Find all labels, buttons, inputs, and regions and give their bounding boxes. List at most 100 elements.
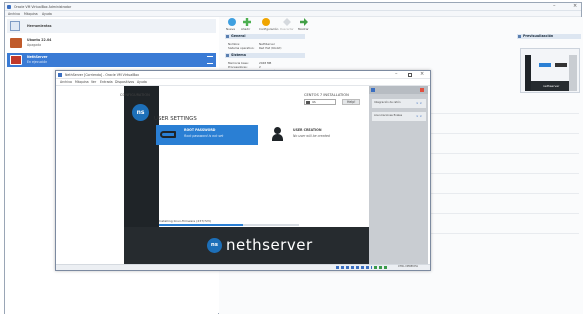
console-title: NethServer [Corriendo] - Oracle VM Virtu… <box>65 73 139 77</box>
help-button[interactable]: Help! <box>342 99 360 105</box>
user-creation-tile[interactable]: USER CREATION No user will be created <box>269 125 367 145</box>
user-head-icon <box>274 127 281 134</box>
manager-titlebar: Oracle VM VirtualBox Administrador – × <box>5 3 581 11</box>
app-icon <box>7 5 11 9</box>
keyboard-lang: us <box>312 100 316 104</box>
tools-item[interactable]: Herramientas <box>7 19 216 33</box>
new-label: Nueva <box>226 27 235 31</box>
notification-label: Anunciaciones finales <box>374 114 403 117</box>
console-titlebar: NethServer [Corriendo] - Oracle VM Virtu… <box>56 71 430 79</box>
add-icon <box>243 18 251 26</box>
vm-name: Ubuntu 22.04 <box>27 38 52 42</box>
user-creation-status: No user will be created <box>293 134 330 138</box>
preview-logo: nethserver <box>543 84 560 88</box>
ubuntu-icon <box>10 38 22 48</box>
root-password-tile[interactable]: ROOT PASSWORD Root password is not set <box>156 125 258 145</box>
nethserver-logo-text: nethserver <box>226 236 313 254</box>
notification-close-icon[interactable]: × × <box>416 114 422 118</box>
system-section-header: Sistema <box>225 53 305 58</box>
preview-user-tile <box>555 63 567 67</box>
console-menubar: Archivo Máquina Ver Entrada Dispositivos… <box>56 79 430 86</box>
mini-toolbar-panel: Integración de ratón × × Anunciaciones f… <box>369 86 428 266</box>
menu-dispositivos[interactable]: Dispositivos <box>115 80 134 84</box>
show-button[interactable]: Mostrar <box>297 17 311 31</box>
host-key-label: CTRL DERECHA <box>398 265 419 268</box>
console-maximize-button[interactable] <box>408 73 412 77</box>
panel-icon <box>371 88 375 92</box>
install-progress-text: Installing linux-firmware (237/723) <box>159 219 212 223</box>
notification-mouse[interactable]: Integración de ratón × × <box>372 99 426 108</box>
key-icon <box>160 131 176 138</box>
vm-item-nethserver[interactable]: NethServer En ejecución <box>7 53 216 67</box>
menu-ayuda[interactable]: Ayuda <box>137 80 147 84</box>
installer-main: CONFIGURATION CENTOS 7 INSTALLATION us H… <box>120 86 369 246</box>
install-heading: CENTOS 7 INSTALLATION <box>304 93 349 97</box>
system-header-text: Sistema <box>231 53 246 57</box>
help-label: Help! <box>347 100 356 104</box>
general-icon <box>226 35 229 38</box>
status-icons[interactable] <box>336 266 372 269</box>
general-header-text: General <box>231 34 246 38</box>
menu-archivo[interactable]: Archivo <box>60 80 72 84</box>
settings-label: Configuración <box>259 27 279 31</box>
install-progress-fill <box>159 224 243 226</box>
preview-section-header: Previsualización <box>517 34 581 39</box>
preview-icon <box>518 35 521 38</box>
notification-label: Integración de ratón <box>374 101 401 104</box>
minimize-button[interactable]: – <box>553 3 556 9</box>
tools-icon <box>10 21 20 31</box>
menu-entrada[interactable]: Entrada <box>100 80 113 84</box>
show-label: Mostrar <box>298 27 309 31</box>
discard-button[interactable]: Descartar <box>280 17 294 31</box>
console-close-button[interactable]: × <box>420 71 424 77</box>
general-section-header: General <box>225 34 305 39</box>
system-icon <box>226 54 229 57</box>
show-icon <box>300 18 308 26</box>
discard-icon <box>283 18 291 26</box>
redhat-icon <box>10 55 22 65</box>
preview-thumbnail: nethserver <box>520 48 580 93</box>
keyboard-icon <box>306 101 310 104</box>
user-settings-heading: USER SETTINGS <box>154 116 197 122</box>
menu-maquina[interactable]: Máquina <box>24 12 38 16</box>
user-body-icon <box>272 134 283 141</box>
menu-ver[interactable]: Ver <box>91 80 96 84</box>
configuration-heading: CONFIGURATION <box>120 93 150 97</box>
preview-banner: nethserver <box>531 81 569 91</box>
close-button[interactable]: × <box>573 3 577 9</box>
notification-close-icon[interactable]: × × <box>416 101 422 105</box>
menu-ayuda[interactable]: Ayuda <box>42 12 52 16</box>
tools-label: Herramientas <box>27 24 52 28</box>
menu-maquina[interactable]: Máquina <box>75 80 89 84</box>
menu-archivo[interactable]: Archivo <box>8 12 20 16</box>
keyboard-layout-field[interactable]: us <box>304 99 336 105</box>
settings-button[interactable]: Configuración <box>259 17 278 31</box>
vm-item-ubuntu[interactable]: Ubuntu 22.04 Apagada <box>7 36 216 50</box>
preview-header-text: Previsualización <box>523 34 554 38</box>
user-creation-title: USER CREATION <box>293 128 322 132</box>
nethserver-banner-icon: ns <box>207 238 222 253</box>
preview-key-tile <box>539 63 551 67</box>
manager-title: Oracle VM VirtualBox Administrador <box>14 5 72 9</box>
vm-state: En ejecución <box>27 60 48 64</box>
status-icons-2[interactable] <box>374 266 388 269</box>
root-password-title: ROOT PASSWORD <box>184 128 216 132</box>
panel-header <box>369 86 428 94</box>
vm-name: NethServer <box>27 55 48 59</box>
add-button[interactable]: Añadir <box>240 17 254 31</box>
console-minimize-button[interactable]: – <box>395 71 398 77</box>
vm-console-window: NethServer [Corriendo] - Oracle VM Virtu… <box>55 70 431 271</box>
console-app-icon <box>58 73 62 77</box>
notification-final[interactable]: Anunciaciones finales × × <box>372 112 426 121</box>
guest-screen[interactable]: ns CONFIGURATION CENTOS 7 INSTALLATION u… <box>56 86 430 266</box>
add-label: Añadir <box>241 27 251 31</box>
root-password-status: Root password is not set <box>184 134 224 138</box>
settings-icon <box>262 18 270 26</box>
preview-side <box>569 55 577 91</box>
vm-menu-icon[interactable] <box>207 56 213 64</box>
detail-key: Sistema operativo: <box>228 46 255 50</box>
panel-close-icon[interactable] <box>420 88 424 92</box>
install-progress-bar <box>159 224 299 226</box>
new-icon <box>228 18 236 26</box>
new-button[interactable]: Nueva <box>225 17 239 31</box>
